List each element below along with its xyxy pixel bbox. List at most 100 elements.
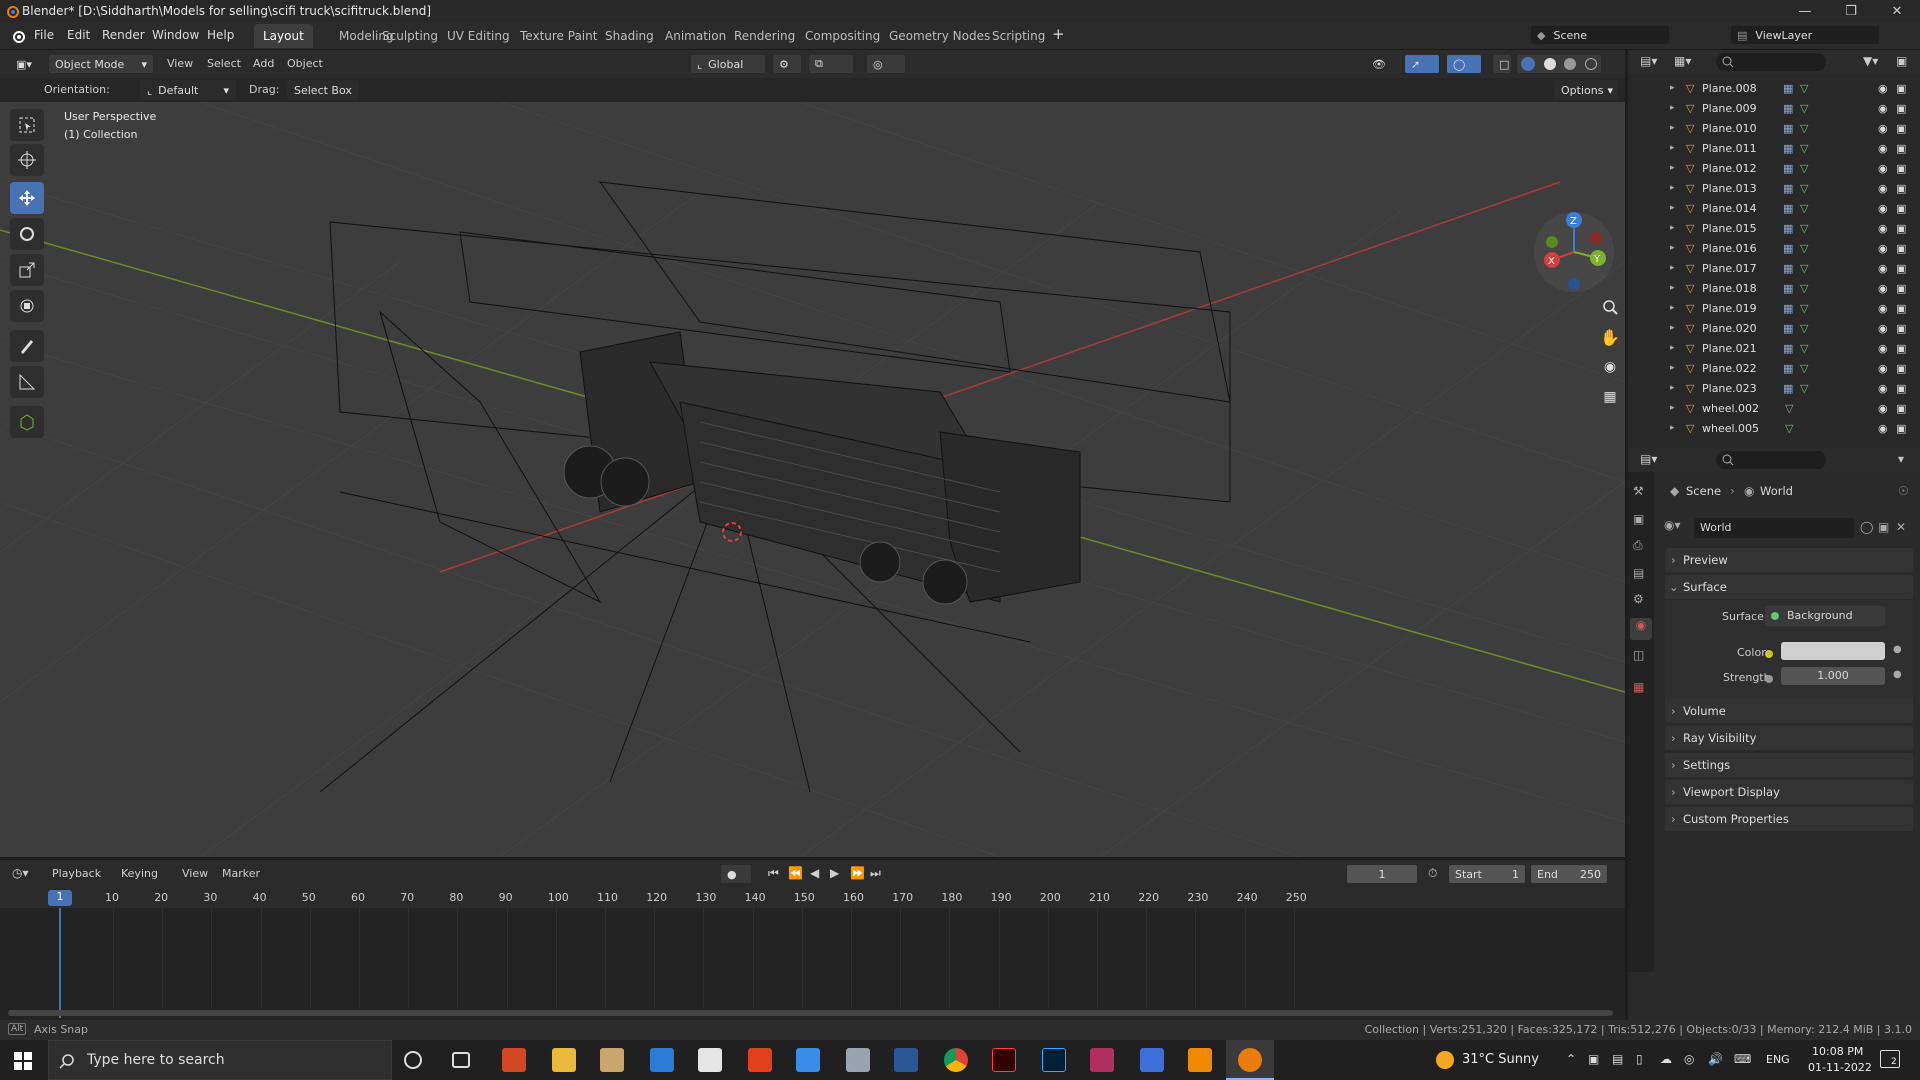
panel-preview[interactable]: › Preview (1665, 548, 1913, 572)
panel-custom-properties[interactable]: › Custom Properties (1665, 807, 1913, 831)
start-frame-field[interactable]: Start 1 (1448, 864, 1526, 884)
outliner-row[interactable]: ▸ ▽ Plane.014 ▦ ▽ ◉ ▣ (1628, 198, 1920, 218)
select-box-icon[interactable] (10, 109, 44, 141)
camera-icon[interactable]: ▣ (1896, 422, 1906, 435)
eye-icon[interactable]: ◉ (1878, 422, 1888, 435)
mesh-data-icon[interactable]: ▽ (1800, 382, 1808, 395)
playback-menu[interactable]: Playback (52, 867, 101, 880)
tab-texture-paint[interactable]: Texture Paint (511, 24, 606, 48)
menu-window[interactable]: Window (152, 28, 199, 42)
outliner-row[interactable]: ▸ ▽ Plane.012 ▦ ▽ ◉ ▣ (1628, 158, 1920, 178)
world-name-field[interactable]: World (1694, 518, 1854, 538)
keying-menu[interactable]: Keying (121, 867, 158, 880)
jump-start-icon[interactable]: ⏮ (768, 866, 779, 881)
task-view-icon[interactable] (452, 1052, 470, 1068)
playhead-frame-badge[interactable]: 1 (48, 890, 72, 906)
collection-tab-icon[interactable]: ◫ (1633, 648, 1644, 662)
transform-orientation-dropdown[interactable]: ⌞ Global (690, 54, 766, 74)
play-reverse-icon[interactable]: ◀ (810, 866, 819, 880)
snap-icon[interactable]: ⧉ (808, 54, 854, 74)
camera-icon[interactable]: ▣ (1896, 242, 1906, 255)
panel-ray-visibility[interactable]: › Ray Visibility (1665, 726, 1913, 750)
expand-arrow-icon[interactable]: ▸ (1670, 243, 1675, 253)
mesh-data-icon[interactable]: ▽ (1785, 402, 1793, 415)
panel-volume[interactable]: › Volume (1665, 699, 1913, 723)
mesh-data-icon[interactable]: ▽ (1800, 82, 1808, 95)
timeline-view-menu[interactable]: View (182, 867, 208, 880)
perspective-toggle-icon[interactable]: ▦ (1595, 382, 1625, 412)
expand-arrow-icon[interactable]: ▸ (1670, 283, 1675, 293)
blender-taskbar-button[interactable] (1226, 1040, 1274, 1080)
object-mode-dropdown[interactable]: Object Mode ▾ (48, 54, 154, 74)
app-icon[interactable] (600, 1048, 624, 1072)
stopwatch-icon[interactable]: ⏱ (1428, 866, 1437, 881)
color-swatch[interactable] (1781, 642, 1885, 660)
duplicate-icon[interactable]: ▣ (1878, 520, 1889, 534)
expand-arrow-icon[interactable]: ▸ (1670, 323, 1675, 333)
viewlayer-selector[interactable]: ▤ ViewLayer (1730, 25, 1880, 45)
marker-menu[interactable]: Marker (222, 867, 260, 880)
close-button[interactable]: ✕ (1874, 0, 1920, 22)
outliner[interactable]: ▤▾ ▦▾ ▼▾ ▣ ▸ ▽ Plane.008 ▦ ▽ ◉ ▣ ▸ ▽ Plane.009 ▦ ▽ ◉… (1628, 50, 1920, 448)
battery-icon[interactable]: ▯ (1636, 1052, 1643, 1066)
eye-icon[interactable]: ◉ (1878, 222, 1888, 235)
mesh-data-icon[interactable]: ▽ (1785, 422, 1793, 435)
object-name[interactable]: Plane.011 (1702, 142, 1757, 155)
3d-viewport[interactable]: Z Y X User Perspective (1) Collection ✋ … (0, 102, 1625, 857)
pin-icon[interactable]: ☉ (1898, 484, 1909, 498)
eye-icon[interactable]: ◉ (1878, 202, 1888, 215)
rendered-shading-icon[interactable] (1584, 58, 1597, 70)
eye-icon[interactable]: ◉ (1878, 362, 1888, 375)
expand-arrow-icon[interactable]: ▸ (1670, 143, 1675, 153)
chevron-down-icon[interactable]: ▾ (1898, 452, 1904, 466)
outliner-row[interactable]: ▸ ▽ wheel.005 ▽ ◉ ▣ (1628, 418, 1920, 438)
tab-animation[interactable]: Animation (656, 24, 735, 48)
play-icon[interactable]: ▶ (830, 866, 839, 880)
weather-text[interactable]: 31°C Sunny (1462, 1052, 1539, 1067)
expand-arrow-icon[interactable]: ▸ (1670, 423, 1675, 433)
office-icon[interactable] (748, 1048, 772, 1072)
fake-user-icon[interactable]: ◯ (1860, 520, 1873, 534)
properties-search-input[interactable] (1716, 451, 1826, 469)
eye-icon[interactable]: ◉ (1878, 182, 1888, 195)
camera-icon[interactable]: ▣ (1896, 342, 1906, 355)
expand-arrow-icon[interactable]: ▸ (1670, 263, 1675, 273)
app-icon-2[interactable] (796, 1048, 820, 1072)
camera-icon[interactable]: ▣ (1896, 362, 1906, 375)
object-name[interactable]: wheel.005 (1702, 422, 1759, 435)
timeline-editor-icon[interactable]: ◷▾ (12, 866, 29, 880)
clock-date[interactable]: 01-11-2022 (1808, 1061, 1872, 1074)
mesh-data-icon[interactable]: ▽ (1800, 362, 1808, 375)
object-name[interactable]: Plane.016 (1702, 242, 1757, 255)
gizmo-toggle-icon[interactable]: ➚ (1404, 54, 1440, 74)
powerpoint-icon[interactable] (502, 1048, 526, 1072)
solid-shading-icon[interactable] (1543, 58, 1556, 70)
world-browse-icon[interactable]: ◉▾ (1664, 518, 1694, 538)
camera-icon[interactable]: ▣ (1896, 302, 1906, 315)
volume-icon[interactable]: 🔊 (1708, 1052, 1723, 1066)
object-name[interactable]: Plane.015 (1702, 222, 1757, 235)
new-collection-icon[interactable]: ▣ (1896, 54, 1907, 68)
taskbar-search-input[interactable]: Type here to search (48, 1040, 392, 1080)
outliner-row[interactable]: ▸ ▽ Plane.020 ▦ ▽ ◉ ▣ (1628, 318, 1920, 338)
add-menu[interactable]: Add (253, 57, 274, 70)
panel-settings[interactable]: › Settings (1665, 753, 1913, 777)
object-name[interactable]: Plane.018 (1702, 282, 1757, 295)
object-name[interactable]: Plane.023 (1702, 382, 1757, 395)
outliner-row[interactable]: ▸ ▽ Plane.009 ▦ ▽ ◉ ▣ (1628, 98, 1920, 118)
rotate-tool-icon[interactable] (10, 218, 44, 250)
outliner-row[interactable]: ▸ ▽ Plane.018 ▦ ▽ ◉ ▣ (1628, 278, 1920, 298)
eye-icon[interactable]: ◉ (1878, 382, 1888, 395)
camera-view-icon[interactable]: ◉ (1595, 352, 1625, 382)
language-indicator[interactable]: ENG (1766, 1053, 1790, 1066)
expand-arrow-icon[interactable]: ▸ (1670, 83, 1675, 93)
mesh-data-icon[interactable]: ▽ (1800, 342, 1808, 355)
timeline[interactable]: 10 20 30 40 50 60 70 80 90 100 110 120 130 140 150 160 1… (0, 888, 1625, 1028)
mesh-data-icon[interactable]: ▽ (1800, 122, 1808, 135)
expand-arrow-icon[interactable]: ▸ (1670, 223, 1675, 233)
eye-icon[interactable]: ◉ (1878, 242, 1888, 255)
next-keyframe-icon[interactable]: ⏩ (850, 866, 865, 880)
zoom-icon[interactable] (1595, 292, 1625, 322)
eye-icon[interactable]: ◉ (1878, 302, 1888, 315)
camera-icon[interactable]: ▣ (1896, 322, 1906, 335)
